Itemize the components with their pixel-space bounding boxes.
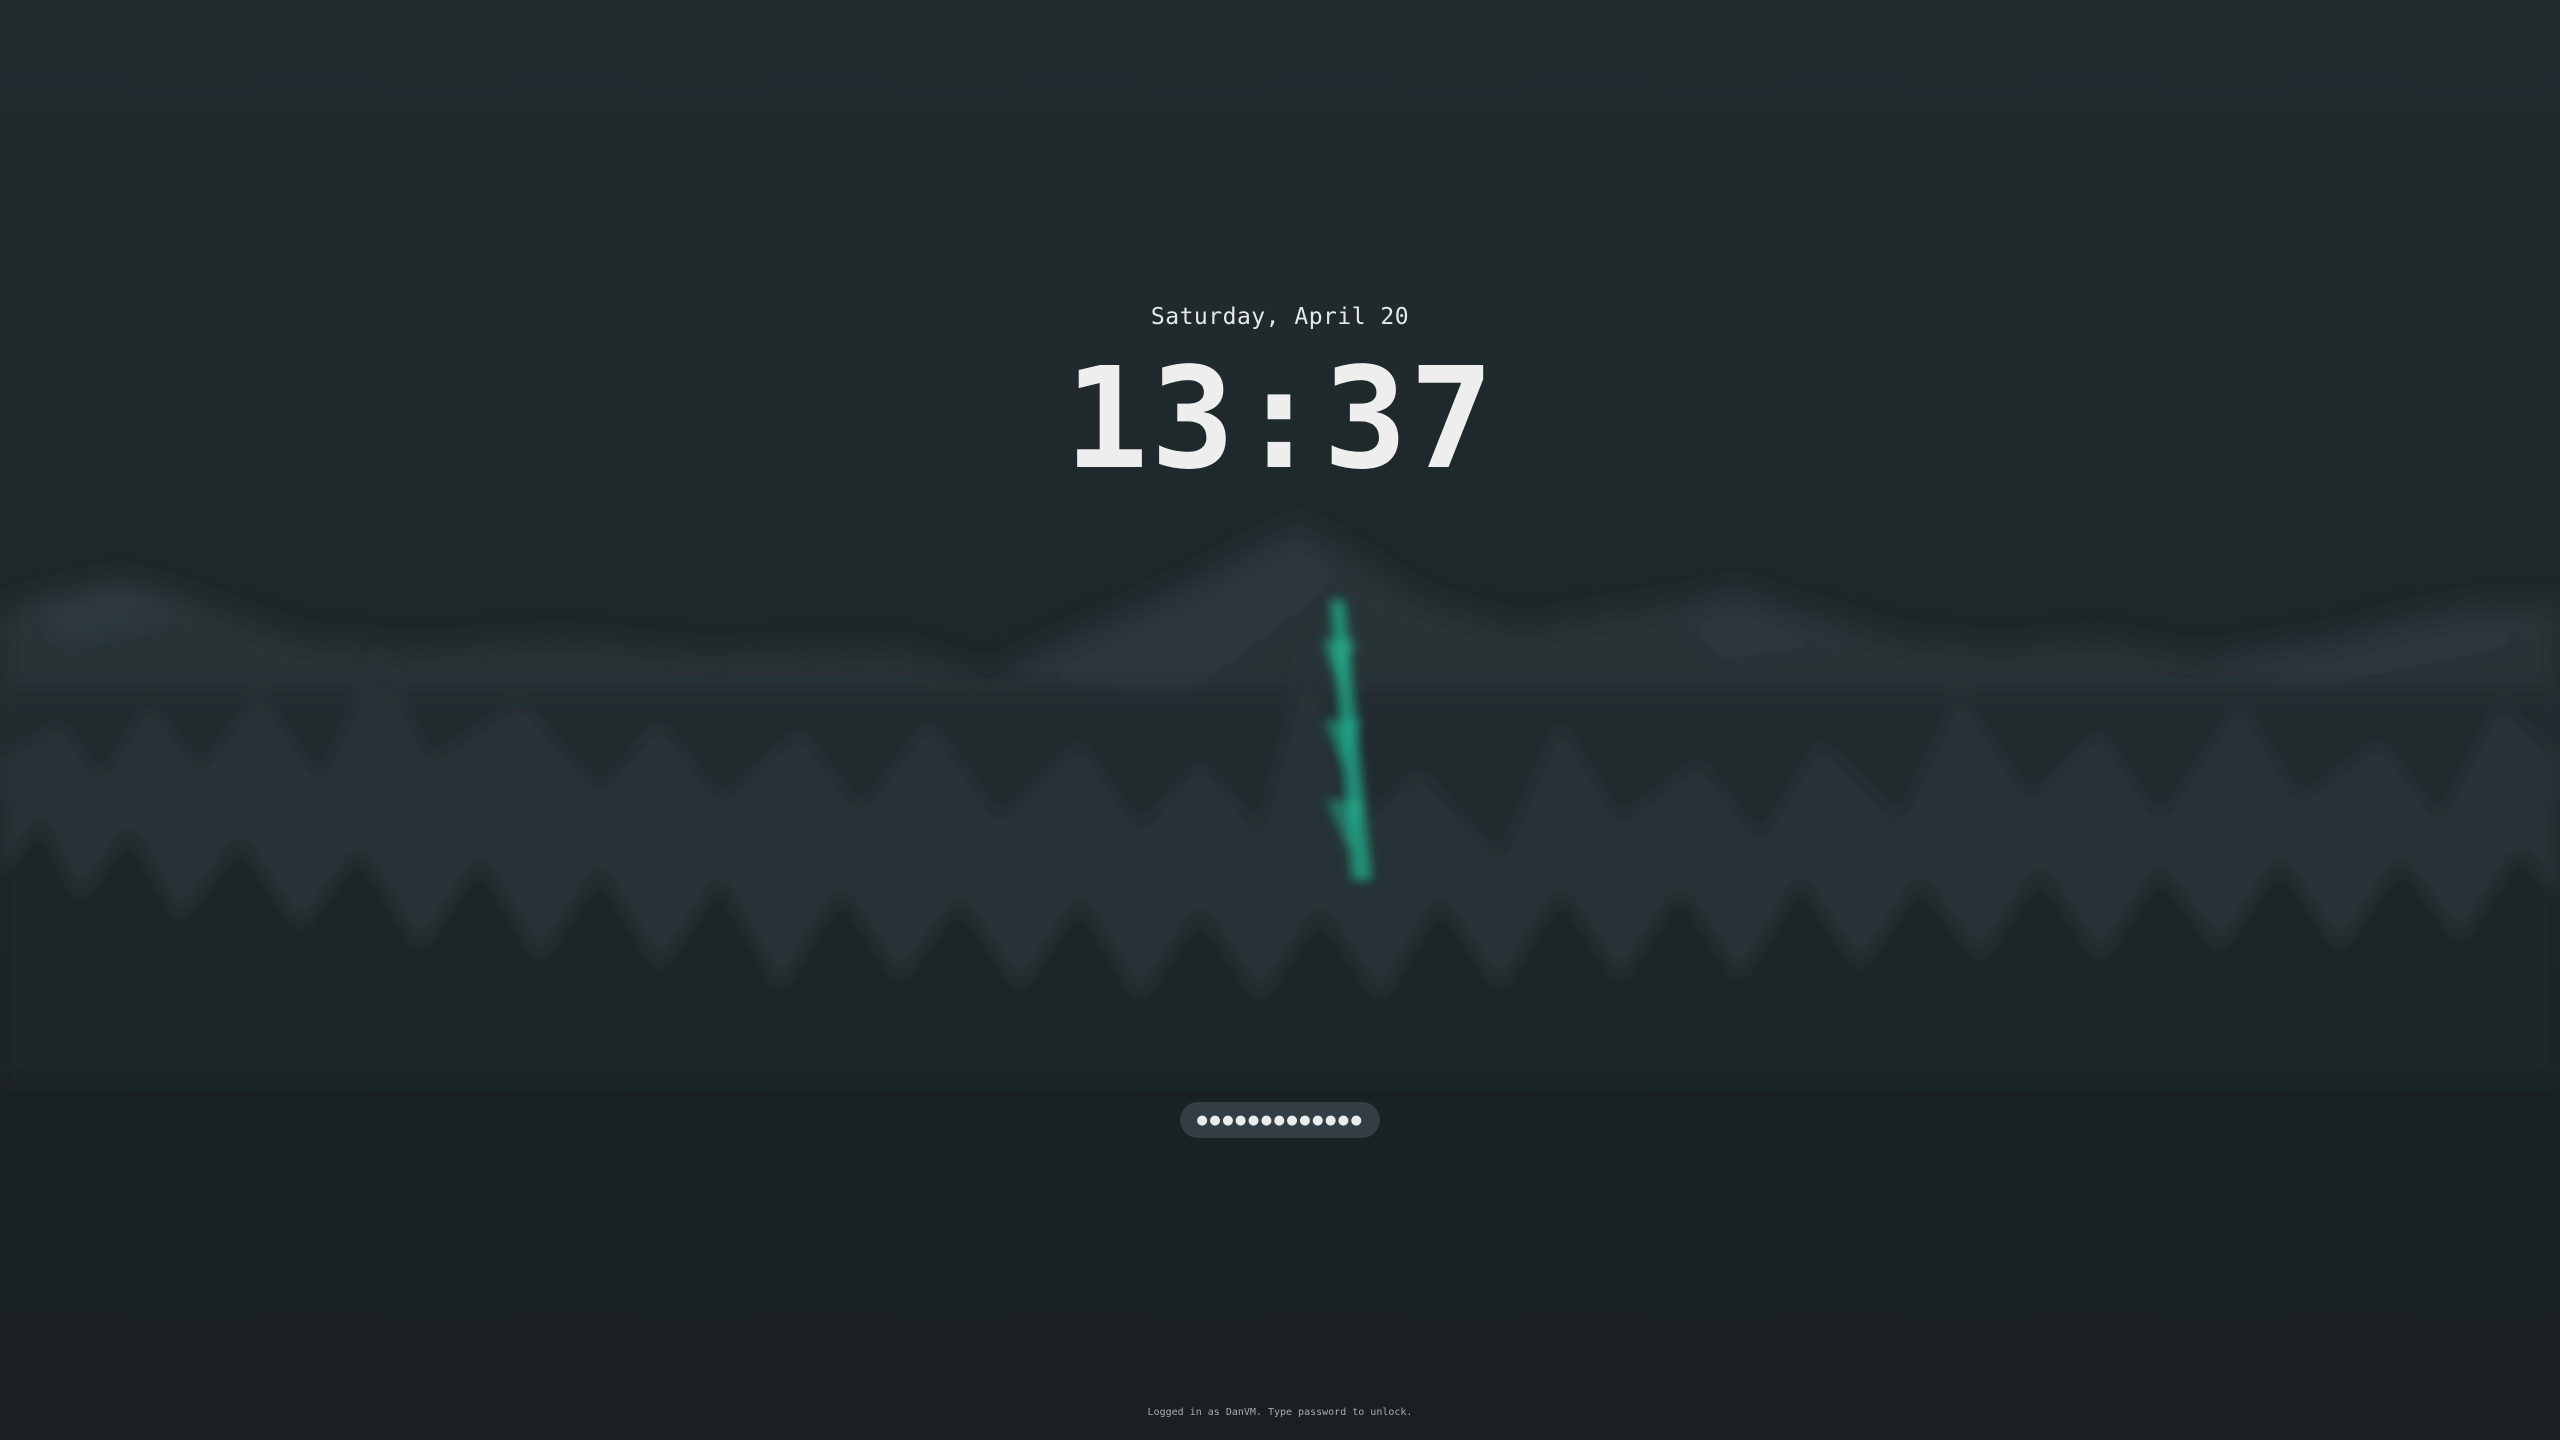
clock-time: 13:37 — [1064, 338, 1496, 501]
lock-screen: Saturday, April 20 13:37 ●●●●●●●●●●●●● L… — [0, 0, 2560, 1440]
unlock-hint: Logged in as DanVM. Type password to unl… — [1147, 1407, 1413, 1418]
password-input[interactable]: ●●●●●●●●●●●●● — [1180, 1102, 1380, 1138]
date-label: Saturday, April 20 — [1150, 304, 1410, 330]
wallpaper-image — [0, 0, 2560, 1440]
password-mask: ●●●●●●●●●●●●● — [1196, 1112, 1364, 1128]
